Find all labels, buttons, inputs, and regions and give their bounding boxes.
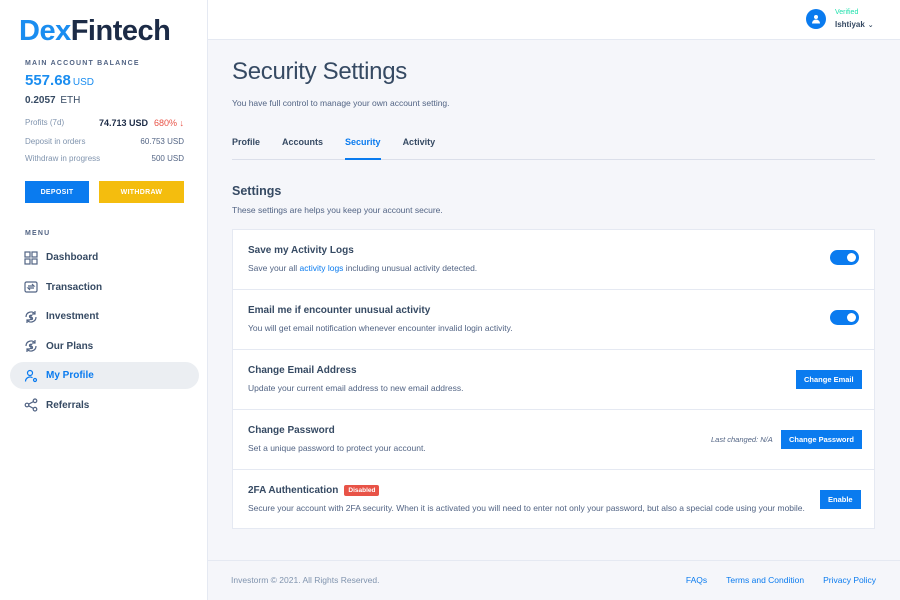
page-title: Security Settings [232, 58, 407, 85]
page-subtitle: You have full control to manage your own… [232, 98, 450, 108]
desc-text: Save your all [248, 263, 300, 273]
deposit-orders-label: Deposit in orders [25, 137, 86, 146]
settings-card: Save my Activity Logs Save your all acti… [232, 229, 875, 529]
setting-title: Save my Activity Logs [248, 245, 354, 256]
menu-label: MENU [25, 230, 51, 237]
footer-links: FAQs Terms and Condition Privacy Policy [667, 575, 876, 585]
logo-part-fintech: Fintech [70, 15, 171, 47]
setting-2fa: 2FA Authentication Disabled Secure your a… [233, 470, 874, 530]
enable-2fa-button[interactable]: Enable [820, 490, 861, 509]
logo-part-dex: Dex [19, 15, 71, 47]
sidebar-menu: Dashboard Transaction Investment Our Pla… [10, 244, 199, 422]
sidebar-item-investment[interactable]: Investment [10, 303, 199, 330]
activity-logs-link[interactable]: activity logs [300, 263, 344, 273]
status-badge: Disabled [344, 485, 380, 496]
setting-title: Change Password [248, 425, 335, 436]
balance-amount: 557.68 USD [25, 72, 94, 89]
sidebar-item-label: My Profile [46, 370, 94, 382]
copyright-text: Investorm © 2021. All Rights Reserved. [231, 575, 380, 585]
balance-currency: USD [72, 77, 95, 88]
sidebar-item-label: Referrals [46, 399, 90, 411]
withdraw-button[interactable]: WITHDRAW [99, 181, 184, 203]
sidebar-item-label: Our Plans [46, 340, 94, 352]
verified-status: Verified [835, 9, 859, 16]
setting-title: 2FA Authentication Disabled [248, 485, 380, 496]
eth-balance: 0.2057 ETH [25, 95, 80, 106]
top-header: Verified Ishtiyak ⌄ [208, 0, 900, 40]
footer-link-terms[interactable]: Terms and Condition [726, 575, 804, 585]
sidebar-item-label: Investment [46, 311, 99, 323]
setting-description: Set a unique password to protect your ac… [248, 443, 426, 453]
tab-profile[interactable]: Profile [232, 131, 260, 160]
sidebar-item-referrals[interactable]: Referrals [10, 392, 199, 419]
tab-security[interactable]: Security [345, 131, 381, 160]
user-icon [812, 15, 820, 24]
withdraw-progress-row: Withdraw in progress 500 USD [25, 154, 184, 163]
setting-change-password: Change Password Set a unique password to… [233, 410, 874, 470]
sidebar-item-transaction[interactable]: Transaction [10, 274, 199, 301]
eth-value: 0.2057 [25, 95, 56, 106]
refresh-dollar-icon [25, 310, 37, 323]
setting-description: You will get email notification whenever… [248, 323, 513, 333]
page-footer: Investorm © 2021. All Rights Reserved. F… [208, 560, 900, 600]
refresh-dollar-icon [25, 340, 37, 353]
setting-title: Email me if encounter unusual activity [248, 305, 431, 316]
deposit-orders-row: Deposit in orders 60.753 USD [25, 137, 184, 146]
share-icon [24, 398, 38, 413]
profits-row: Profits (7d) 74.713 USD 680% ↓ [25, 118, 184, 128]
profits-percent: 680% ↓ [153, 118, 184, 128]
user-menu-toggle[interactable]: Ishtiyak ⌄ [835, 20, 874, 29]
avatar[interactable] [806, 9, 826, 29]
change-password-button[interactable]: Change Password [781, 430, 863, 449]
footer-link-privacy[interactable]: Privacy Policy [823, 575, 876, 585]
chevron-down-icon: ⌄ [867, 22, 874, 29]
profits-value: 74.713 USD [98, 118, 148, 128]
desc-text: including unusual activity detected. [343, 263, 478, 273]
user-settings-icon [24, 369, 38, 382]
sidebar: DexFintech MAIN ACCOUNT BALANCE 557.68 US… [0, 0, 208, 600]
sidebar-item-label: Dashboard [46, 252, 99, 263]
setting-description: Save your all activity logs including un… [248, 263, 477, 273]
brand-logo[interactable]: DexFintech [19, 13, 171, 49]
setting-description: Secure your account with 2FA security. W… [248, 503, 805, 513]
profile-tabs: Profile Accounts Security Activity [232, 131, 875, 160]
sidebar-item-our-plans[interactable]: Our Plans [10, 333, 199, 360]
tab-accounts[interactable]: Accounts [282, 131, 323, 160]
sidebar-item-dashboard[interactable]: Dashboard [10, 244, 199, 271]
setting-change-email: Change Email Address Update your current… [233, 350, 874, 410]
sidebar-item-label: Transaction [46, 281, 103, 293]
change-email-button[interactable]: Change Email [796, 370, 862, 389]
transfer-icon [24, 281, 38, 293]
footer-link-faqs[interactable]: FAQs [686, 575, 707, 585]
setting-title-text: 2FA Authentication [248, 485, 339, 496]
setting-title: Change Email Address [248, 365, 357, 376]
deposit-button[interactable]: DEPOSIT [25, 181, 89, 203]
eth-currency: ETH [60, 95, 81, 106]
withdraw-progress-value: 500 USD [151, 154, 184, 163]
sidebar-item-my-profile[interactable]: My Profile [10, 362, 199, 390]
settings-subtitle: These settings are helps you keep your a… [232, 205, 443, 215]
unusual-activity-toggle[interactable] [830, 310, 859, 325]
setting-description: Update your current email address to new… [248, 383, 464, 393]
profits-label: Profits (7d) [25, 118, 65, 127]
grid-icon [24, 250, 38, 265]
password-last-changed: Last changed: N/A [711, 435, 773, 444]
withdraw-progress-label: Withdraw in progress [25, 154, 101, 163]
setting-unusual-activity-email: Email me if encounter unusual activity Y… [233, 290, 874, 350]
tab-activity[interactable]: Activity [403, 131, 436, 160]
balance-value: 557.68 [25, 72, 71, 89]
activity-logs-toggle[interactable] [830, 250, 859, 265]
setting-activity-logs: Save my Activity Logs Save your all acti… [233, 230, 874, 290]
username: Ishtiyak [835, 20, 865, 29]
settings-title: Settings [232, 184, 282, 198]
deposit-orders-value: 60.753 USD [140, 137, 184, 146]
balance-label: MAIN ACCOUNT BALANCE [25, 60, 140, 67]
